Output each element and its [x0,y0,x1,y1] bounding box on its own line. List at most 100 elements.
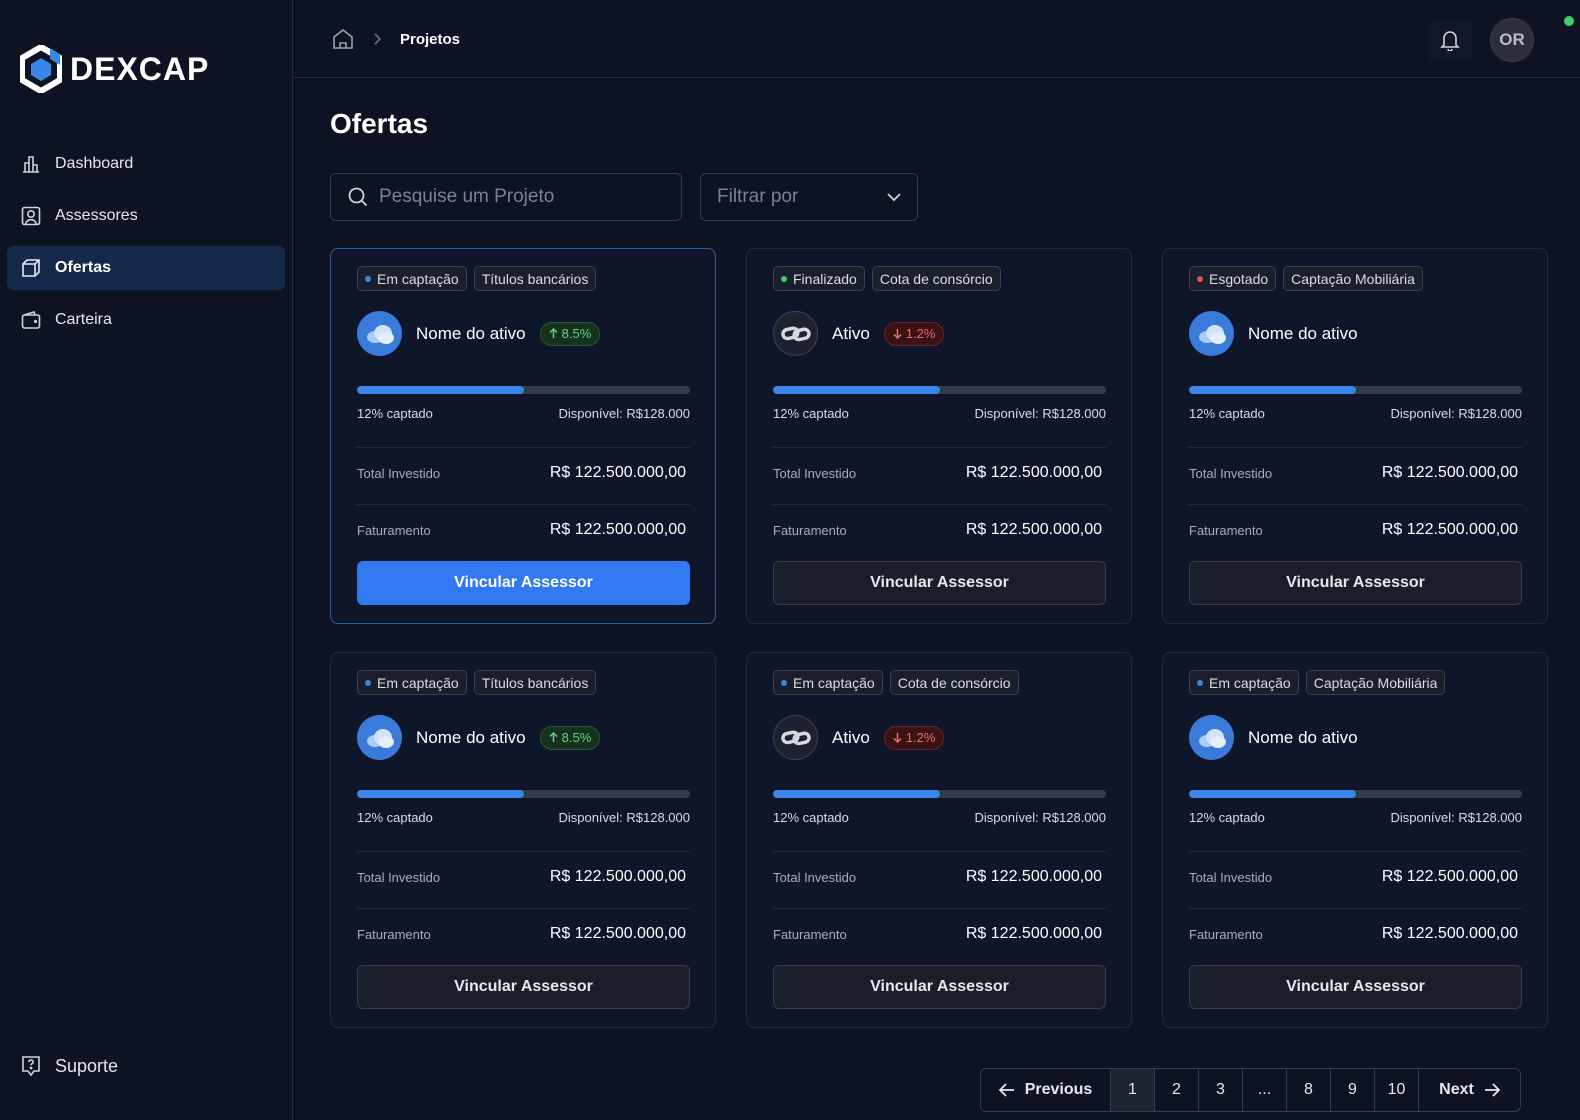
breadcrumb-current[interactable]: Projetos [400,31,460,48]
revenue-label: Faturamento [1189,522,1263,538]
cloud-icon [1198,324,1226,344]
previous-label: Previous [1024,1081,1093,1098]
divider [773,504,1106,505]
asset-name: Nome do ativo [416,323,526,343]
cloud-icon [1198,728,1226,748]
raised-label: 12% captado [357,406,433,421]
divider [773,908,1106,909]
card-tags: Em captação Títulos bancários [357,670,597,695]
change-badge: 1.2% [883,725,945,750]
cloud-icon [366,324,394,344]
category-badge: Captação Mobiliária [1283,266,1423,291]
progress-fill [773,386,940,394]
divider [1189,851,1522,852]
status-label: Finalizado [793,270,857,287]
revenue-value: R$ 122.500.000,00 [1381,521,1518,538]
arrow-left-icon [998,1083,1014,1097]
link-advisor-button[interactable]: Vincular Assessor [357,965,690,1009]
previous-page-button[interactable]: Previous [981,1069,1111,1111]
revenue-row: Faturamento R$ 122.500.000,00 [1189,925,1522,943]
home-icon[interactable] [332,28,354,50]
sidebar-item-assessores[interactable]: Assessores [7,194,285,238]
page-2-button[interactable]: 2 [1155,1069,1199,1111]
total-invested-label: Total Investido [773,465,857,481]
category-badge: Cota de consórcio [889,670,1019,695]
status-dot [781,275,787,282]
offer-card[interactable]: Em captação Títulos bancários Nome do ativ… [330,248,716,624]
search-input[interactable] [379,186,669,208]
page-ellipsis: ... [1243,1069,1287,1111]
total-invested-label: Total Investido [1189,869,1273,885]
funding-progress-bar [1189,386,1522,394]
search-box[interactable] [330,173,682,221]
progress-fill [357,790,524,798]
offer-card[interactable]: Esgotado Captação Mobiliária Nome do ativo… [1162,248,1548,624]
raised-label: 12% captado [773,810,849,825]
next-page-button[interactable]: Next [1419,1069,1520,1111]
next-label: Next [1439,1081,1474,1098]
sidebar-item-label: Dashboard [55,155,134,172]
revenue-value: R$ 122.500.000,00 [1381,925,1518,942]
progress-labels: 12% captado Disponível: R$128.000 [357,406,690,421]
progress-labels: 12% captado Disponível: R$128.000 [357,810,690,825]
status-badge: Esgotado [1189,266,1277,291]
link-advisor-button[interactable]: Vincular Assessor [773,561,1106,605]
logo[interactable]: DEXCAP [20,45,209,93]
status-badge: Em captação [357,266,467,291]
notifications-button[interactable] [1428,18,1472,62]
offer-card[interactable]: Em captação Captação Mobiliária Nome do at… [1162,652,1548,1028]
funding-progress-bar [357,790,690,798]
available-label: Disponível: R$128.000 [558,810,690,825]
cloud-icon [366,728,394,748]
revenue-label: Faturamento [773,522,847,538]
asset-avatar [773,715,818,760]
asset-header: Nome do ativo 8.5% [357,311,601,356]
link-advisor-button[interactable]: Vincular Assessor [1189,965,1522,1009]
sidebar-nav: Dashboard Assessores Ofertas Carteira [7,142,285,350]
change-value: 1.2% [905,730,936,745]
revenue-row: Faturamento R$ 122.500.000,00 [357,925,690,943]
progress-fill [357,386,524,394]
page-9-button[interactable]: 9 [1331,1069,1375,1111]
status-dot [1197,275,1203,282]
filter-dropdown[interactable]: Filtrar por [700,173,918,221]
raised-label: 12% captado [773,406,849,421]
filter-label: Filtrar por [717,186,799,207]
total-invested-value: R$ 122.500.000,00 [1381,464,1518,481]
sidebar-item-carteira[interactable]: Carteira [7,298,285,342]
status-label: Em captação [1209,674,1291,691]
link-advisor-button[interactable]: Vincular Assessor [357,561,690,605]
page-10-button[interactable]: 10 [1375,1069,1419,1111]
avatar[interactable]: OR [1490,18,1534,62]
chevron-down-icon [887,192,901,201]
arrow-down-icon [893,733,902,743]
asset-avatar [1189,715,1234,760]
chevron-right-icon [374,33,382,45]
page-8-button[interactable]: 8 [1287,1069,1331,1111]
support-link[interactable]: Suporte [21,1055,118,1077]
link-advisor-button[interactable]: Vincular Assessor [1189,561,1522,605]
offer-card[interactable]: Em captação Cota de consórcio Ativo 1.2% 12%… [746,652,1132,1028]
offer-card[interactable]: Em captação Títulos bancários Nome do ativ… [330,652,716,1028]
sidebar-item-dashboard[interactable]: Dashboard [7,142,285,186]
card-tags: Em captação Títulos bancários [357,266,597,291]
arrow-up-icon [549,328,558,338]
page-3-button[interactable]: 3 [1199,1069,1243,1111]
offer-card[interactable]: Finalizado Cota de consórcio Ativo 1.2% 12% … [746,248,1132,624]
card-tags: Em captação Cota de consórcio [773,670,1019,695]
sidebar-item-ofertas[interactable]: Ofertas [7,246,285,290]
available-label: Disponível: R$128.000 [974,406,1106,421]
page-title: Ofertas [330,108,429,139]
revenue-row: Faturamento R$ 122.500.000,00 [357,521,690,539]
available-label: Disponível: R$128.000 [1390,810,1522,825]
card-tags: Finalizado Cota de consórcio [773,266,1001,291]
available-label: Disponível: R$128.000 [558,406,690,421]
chain-link-icon [780,326,811,341]
page-1-button[interactable]: 1 [1111,1069,1155,1111]
change-value: 8.5% [561,326,592,341]
divider [1189,504,1522,505]
progress-labels: 12% captado Disponível: R$128.000 [1189,810,1522,825]
link-advisor-button[interactable]: Vincular Assessor [773,965,1106,1009]
change-value: 1.2% [905,326,936,341]
help-message-icon [22,1056,40,1077]
